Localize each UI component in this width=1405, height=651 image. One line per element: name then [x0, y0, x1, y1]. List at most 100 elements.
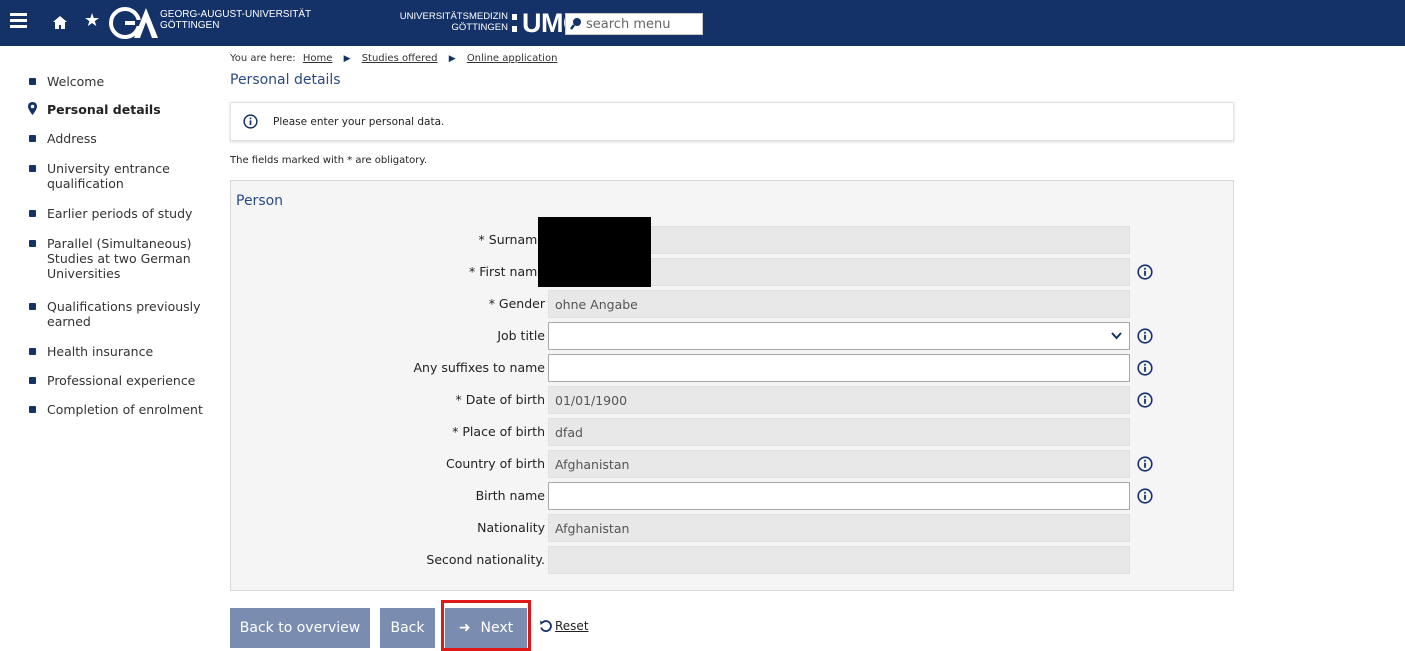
- form-row-date-of-birth: * Date of birth 01/01/1900: [231, 386, 1235, 414]
- umg-logo-dots: [512, 14, 517, 32]
- search-input[interactable]: [586, 15, 700, 33]
- fieldset-legend: Person: [236, 193, 284, 209]
- info-message-text: Please enter your personal data.: [273, 116, 445, 128]
- sidebar-item-health-insurance[interactable]: Health insurance: [28, 344, 208, 359]
- sidebar-item-label: Welcome: [47, 74, 105, 89]
- field-label: Nationality: [477, 520, 545, 535]
- umg-name: UNIVERSITÄTSMEDIZIN GÖTTINGEN: [370, 11, 508, 33]
- info-icon[interactable]: [1137, 488, 1153, 504]
- bullet-icon: [29, 210, 36, 217]
- field-label: * First name: [469, 264, 545, 279]
- field-label: Country of birth: [445, 456, 545, 471]
- field-label: Second nationality.: [426, 552, 545, 567]
- info-icon[interactable]: [1137, 456, 1153, 472]
- gender-field: ohne Angabe: [548, 290, 1130, 318]
- sidebar-item-qualifications-previously-earned[interactable]: Qualifications previously earned: [28, 299, 208, 329]
- search-box[interactable]: [565, 13, 703, 35]
- redaction-block: [538, 217, 651, 287]
- sidebar-item-label: Parallel (Simultaneous) Studies at two G…: [47, 236, 192, 281]
- sidebar-item-parallel-studies[interactable]: Parallel (Simultaneous) Studies at two G…: [28, 236, 208, 281]
- bullet-icon: [29, 135, 36, 142]
- sidebar-item-professional-experience[interactable]: Professional experience: [28, 373, 208, 388]
- location-pin-icon: [28, 102, 37, 115]
- menu-icon[interactable]: [10, 13, 27, 31]
- next-button-label: Next: [480, 620, 514, 636]
- sidebar-item-completion-of-enrolment[interactable]: Completion of enrolment: [28, 402, 218, 417]
- form-row-name-suffixes: Any suffixes to name: [231, 354, 1235, 382]
- bullet-icon: [29, 303, 36, 310]
- info-icon[interactable]: [1137, 264, 1153, 280]
- chevron-right-icon: ▶: [448, 54, 456, 64]
- bullet-icon: [29, 165, 36, 172]
- reset-label: Reset: [555, 619, 589, 633]
- info-icon[interactable]: [1137, 392, 1153, 408]
- field-label: Birth name: [475, 488, 545, 503]
- form-row-surname: * Surname: [231, 226, 1235, 254]
- info-icon: [243, 114, 258, 129]
- sidebar-item-welcome[interactable]: Welcome: [28, 74, 104, 89]
- university-name-line1: GEORG-AUGUST-UNIVERSITÄT: [160, 9, 312, 20]
- field-label: * Place of birth: [452, 424, 545, 439]
- country-of-birth-field: Afghanistan: [548, 450, 1130, 478]
- bullet-icon: [29, 78, 36, 85]
- chevron-down-icon: [1111, 332, 1122, 340]
- umg-name-line2: GÖTTINGEN: [451, 22, 508, 33]
- field-label: * Surname: [478, 232, 545, 247]
- next-button[interactable]: ➜ Next: [445, 608, 527, 648]
- breadcrumb-studies-offered[interactable]: Studies offered: [362, 53, 438, 64]
- field-label: Any suffixes to name: [413, 360, 545, 375]
- date-of-birth-field: 01/01/1900: [548, 386, 1130, 414]
- birth-name-input[interactable]: [548, 482, 1130, 510]
- home-icon[interactable]: [52, 13, 68, 31]
- field-label: * Date of birth: [455, 392, 545, 407]
- university-name: GEORG-AUGUST-UNIVERSITÄT GÖTTINGEN: [160, 9, 311, 31]
- place-of-birth-field: dfad: [548, 418, 1130, 446]
- sidebar-item-earlier-periods-of-study[interactable]: Earlier periods of study: [28, 206, 208, 221]
- form-row-first-name: * First name: [231, 258, 1235, 286]
- umg-name-line1: UNIVERSITÄTSMEDIZIN: [399, 11, 508, 22]
- name-suffixes-input[interactable]: [548, 354, 1130, 382]
- form-row-country-of-birth: Country of birth Afghanistan: [231, 450, 1235, 478]
- bullet-icon: [29, 406, 36, 413]
- search-icon: [570, 18, 581, 30]
- university-logo[interactable]: [108, 6, 158, 40]
- person-fieldset: Person * Surname * First name * Gender o…: [230, 180, 1234, 591]
- info-icon[interactable]: [1137, 360, 1153, 376]
- info-icon[interactable]: [1137, 328, 1153, 344]
- form-row-gender: * Gender ohne Angabe: [231, 290, 1235, 318]
- university-name-line2: GÖTTINGEN: [160, 20, 220, 31]
- top-navigation-bar: ★ GEORG-AUGUST-UNIVERSITÄT GÖTTINGEN UNI…: [0, 0, 1405, 46]
- bullet-icon: [29, 240, 36, 247]
- page-title: Personal details: [230, 72, 341, 88]
- form-row-birth-name: Birth name: [231, 482, 1235, 510]
- breadcrumb-prefix: You are here:: [230, 53, 296, 64]
- nationality-field: Afghanistan: [548, 514, 1130, 542]
- second-nationality-field: [548, 546, 1130, 574]
- star-icon[interactable]: ★: [84, 10, 100, 31]
- info-message-box: Please enter your personal data.: [230, 102, 1234, 141]
- sidebar-item-label: Address: [47, 131, 97, 146]
- arrow-right-icon: ➜: [458, 620, 471, 636]
- sidebar-item-personal-details[interactable]: Personal details: [28, 102, 161, 117]
- field-label: Job title: [497, 328, 545, 343]
- sidebar-item-label: Health insurance: [47, 344, 154, 359]
- bullet-icon: [29, 377, 36, 384]
- form-row-place-of-birth: * Place of birth dfad: [231, 418, 1235, 446]
- breadcrumb-home[interactable]: Home: [303, 53, 333, 64]
- job-title-select[interactable]: [548, 322, 1130, 350]
- sidebar-item-label: University entrance qualification: [47, 161, 170, 191]
- sidebar-item-label: Qualifications previously earned: [47, 299, 201, 329]
- sidebar-item-university-entrance-qualification[interactable]: University entrance qualification: [28, 161, 208, 191]
- breadcrumb: You are here: Home ▶ Studies offered ▶ O…: [230, 53, 557, 64]
- breadcrumb-online-application[interactable]: Online application: [467, 53, 558, 64]
- obligatory-note: The fields marked with * are obligatory.: [230, 155, 428, 166]
- sidebar-item-label: Earlier periods of study: [47, 206, 193, 221]
- sidebar-item-label: Completion of enrolment: [47, 402, 203, 417]
- form-row-second-nationality: Second nationality.: [231, 546, 1235, 574]
- form-row-nationality: Nationality Afghanistan: [231, 514, 1235, 542]
- field-label: * Gender: [488, 296, 545, 311]
- sidebar-item-label: Personal details: [47, 102, 161, 117]
- back-to-overview-button[interactable]: Back to overview: [230, 608, 370, 648]
- back-button[interactable]: Back: [380, 608, 435, 648]
- sidebar-item-address[interactable]: Address: [28, 131, 97, 146]
